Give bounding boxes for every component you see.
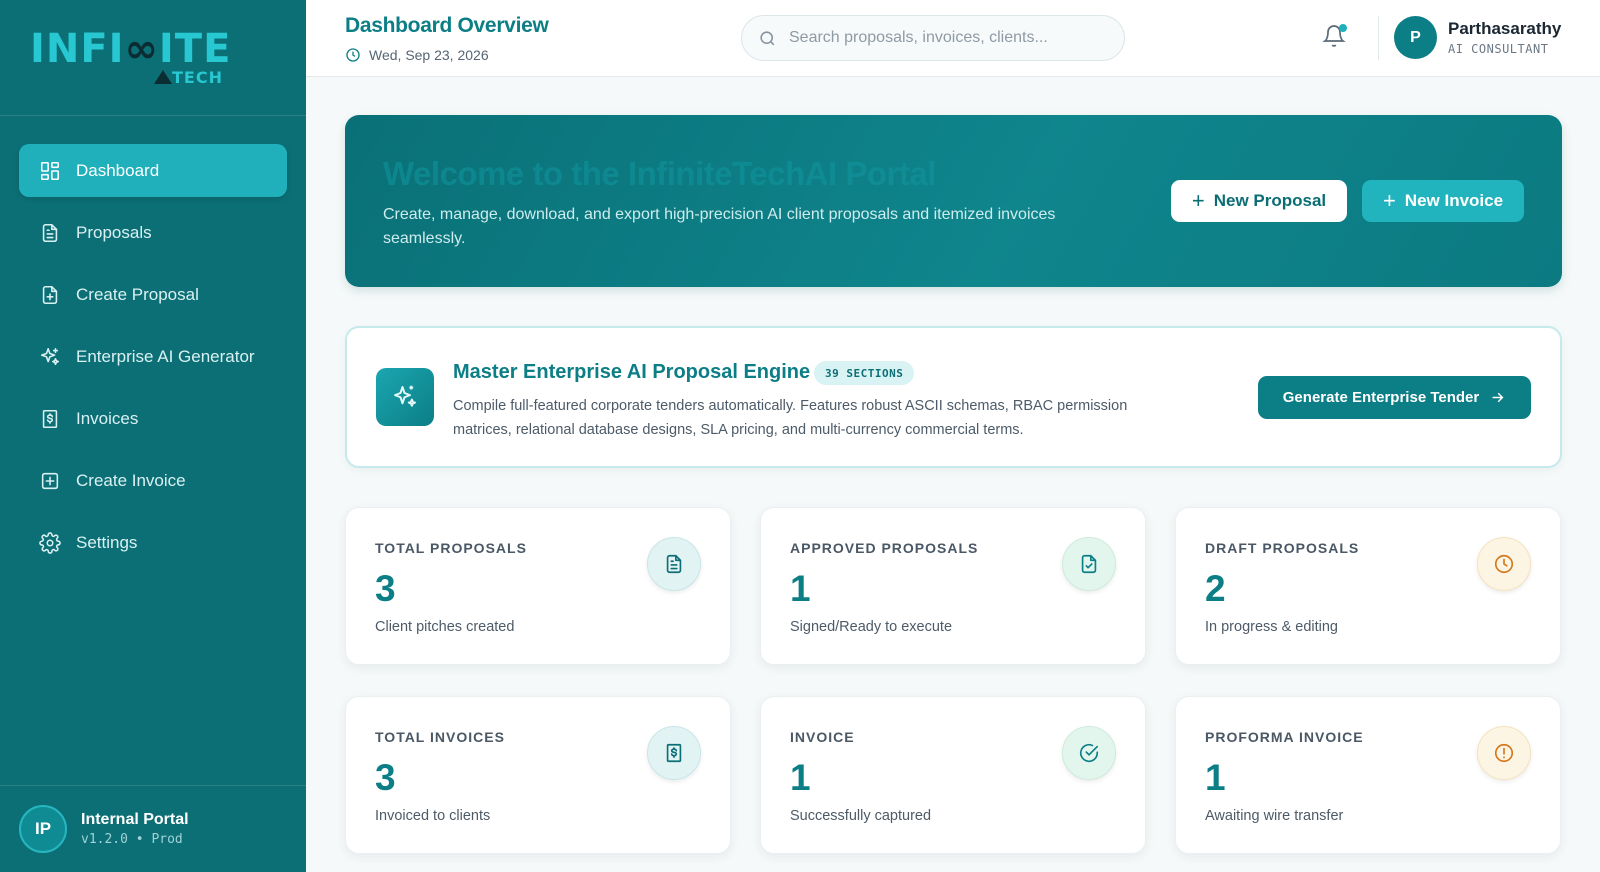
clock-icon: [346, 48, 360, 62]
sidebar-item-label: Create Proposal: [76, 284, 199, 304]
engine-description: Compile full-featured corporate tenders …: [453, 398, 1128, 438]
sidebar-item-create-proposal[interactable]: Create Proposal: [19, 268, 287, 321]
page-date: Wed, Sep 23, 2026: [345, 47, 489, 63]
user-name: Parthasarathy: [1448, 19, 1562, 38]
stat-label: INVOICE: [790, 729, 855, 745]
stat-description: Invoiced to clients: [375, 808, 491, 824]
generate-tender-label: Generate Enterprise Tender: [1282, 389, 1480, 406]
stat-card-proforma-invoice[interactable]: PROFORMA INVOICE 1 Awaiting wire transfe…: [1175, 696, 1561, 854]
stat-description: Awaiting wire transfer: [1205, 808, 1344, 824]
sidebar-item-label: Proposals: [76, 222, 152, 242]
sidebar-item-label: Create Invoice: [76, 470, 186, 490]
welcome-banner: Welcome to the InfiniteTechAI Portal Cre…: [345, 115, 1562, 287]
sidebar-item-settings[interactable]: Settings: [19, 516, 287, 569]
brand-logo[interactable]: INFI∞ITE TECH: [0, 0, 306, 116]
stat-label: PROFORMA INVOICE: [1205, 729, 1364, 745]
stat-value: 2: [1205, 568, 1226, 609]
document-plus-icon: [38, 283, 62, 307]
user-avatar[interactable]: P: [1394, 16, 1437, 59]
header-divider: [1378, 16, 1379, 60]
engine-title: Master Enterprise AI Proposal Engine: [453, 361, 811, 383]
sparkles-icon: [376, 368, 434, 426]
stat-card-approved-proposals[interactable]: APPROVED PROPOSALS 1 Signed/Ready to exe…: [760, 507, 1146, 665]
sidebar-item-enterprise-ai-generator[interactable]: Enterprise AI Generator: [19, 330, 287, 383]
sidebar: INFI∞ITE TECH Dashboard Proposals Create…: [0, 0, 306, 872]
sidebar-item-label: Settings: [76, 532, 138, 552]
stat-card-total-proposals[interactable]: TOTAL PROPOSALS 3 Client pitches created: [345, 507, 731, 665]
sidebar-item-label: Enterprise AI Generator: [76, 346, 255, 366]
stat-card-invoice[interactable]: INVOICE 1 Successfully captured: [760, 696, 1146, 854]
stat-label: APPROVED PROPOSALS: [790, 540, 979, 556]
gear-icon: [38, 531, 62, 555]
generate-enterprise-tender-button[interactable]: Generate Enterprise Tender: [1258, 376, 1531, 419]
enterprise-engine-card: Master Enterprise AI Proposal Engine 39 …: [345, 326, 1562, 468]
stat-value: 1: [790, 757, 811, 798]
document-icon: [38, 221, 62, 245]
portal-version: v1.2.0 • Prod: [81, 832, 183, 847]
stat-value: 1: [790, 568, 811, 609]
stat-card-draft-proposals[interactable]: DRAFT PROPOSALS 2 In progress & editing: [1175, 507, 1561, 665]
search-bar[interactable]: [741, 15, 1125, 61]
sidebar-item-label: Invoices: [76, 408, 139, 428]
check-circle-icon: [1062, 726, 1116, 780]
banner-title: Welcome to the InfiniteTechAI Portal: [383, 155, 936, 192]
invoice-dollar-icon: [38, 407, 62, 431]
alert-circle-icon: [1477, 726, 1531, 780]
new-invoice-label: New Invoice: [1404, 191, 1504, 210]
document-check-icon: [1062, 537, 1116, 591]
logo-wordmark: INFI∞ITE: [30, 26, 232, 72]
document-icon: [647, 537, 701, 591]
invoice-dollar-icon: [647, 726, 701, 780]
stat-value: 3: [375, 757, 396, 798]
top-header: Dashboard Overview Wed, Sep 23, 2026 P P…: [306, 0, 1600, 77]
sidebar-item-dashboard[interactable]: Dashboard: [19, 144, 287, 197]
portal-title: Internal Portal: [81, 811, 189, 828]
plus-square-icon: [38, 469, 62, 493]
stat-description: Successfully captured: [790, 808, 932, 824]
sidebar-item-invoices[interactable]: Invoices: [19, 392, 287, 445]
stat-card-total-invoices[interactable]: TOTAL INVOICES 3 Invoiced to clients: [345, 696, 731, 854]
stat-value: 3: [375, 568, 396, 609]
sparkles-icon: [38, 345, 62, 369]
stat-value: 1: [1205, 757, 1226, 798]
new-invoice-button[interactable]: + New Invoice: [1362, 180, 1524, 222]
stat-description: Signed/Ready to execute: [790, 619, 953, 635]
stat-label: DRAFT PROPOSALS: [1205, 540, 1360, 556]
date-text: Wed, Sep 23, 2026: [369, 47, 489, 63]
stat-label: TOTAL INVOICES: [375, 729, 505, 745]
plus-icon: +: [1191, 188, 1205, 213]
sidebar-item-proposals[interactable]: Proposals: [19, 206, 287, 259]
plus-icon: +: [1382, 188, 1396, 213]
portal-avatar: IP: [19, 805, 67, 853]
stat-label: TOTAL PROPOSALS: [375, 540, 527, 556]
stat-description: Client pitches created: [375, 619, 515, 635]
notification-dot: [1339, 24, 1347, 32]
logo-subtext: TECH: [172, 68, 223, 87]
new-proposal-button[interactable]: + New Proposal: [1171, 180, 1347, 222]
clock-icon: [1477, 537, 1531, 591]
search-icon: [760, 30, 775, 45]
search-input[interactable]: [789, 29, 1109, 47]
notifications-button[interactable]: [1322, 24, 1348, 52]
user-role: AI CONSULTANT: [1448, 42, 1549, 56]
logo-triangle-icon: [154, 70, 172, 84]
grid-icon: [38, 159, 62, 183]
sidebar-footer: IP Internal Portal v1.2.0 • Prod: [0, 785, 306, 872]
sidebar-nav: Dashboard Proposals Create Proposal Ente…: [0, 116, 306, 578]
stat-description: In progress & editing: [1205, 619, 1338, 635]
sidebar-item-create-invoice[interactable]: Create Invoice: [19, 454, 287, 507]
page-title: Dashboard Overview: [345, 14, 549, 37]
arrow-right-icon: [1492, 392, 1504, 403]
banner-subtitle: Create, manage, download, and export hig…: [383, 206, 1056, 247]
sections-badge: 39 SECTIONS: [814, 361, 915, 385]
new-proposal-label: New Proposal: [1213, 191, 1327, 210]
sidebar-item-label: Dashboard: [76, 160, 160, 180]
